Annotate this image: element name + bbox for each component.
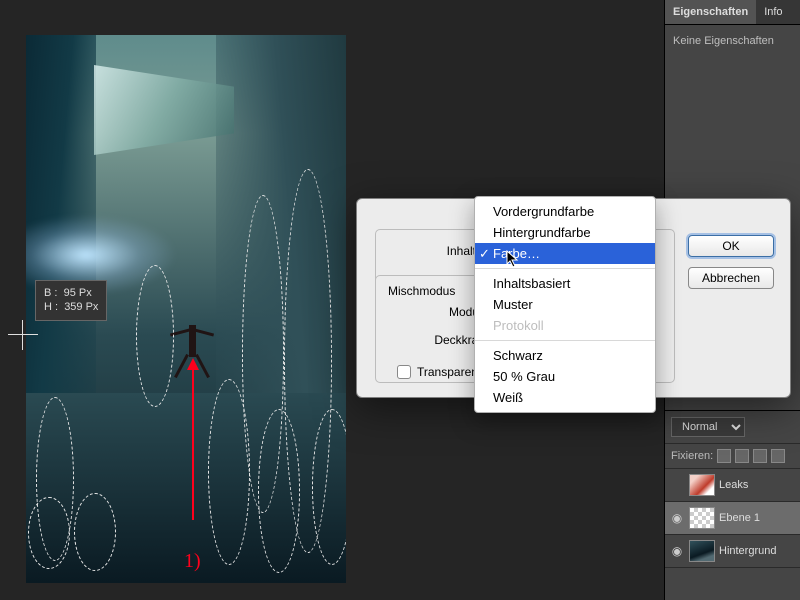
transparent-checkbox[interactable]	[397, 365, 411, 379]
tab-properties[interactable]: Eigenschaften	[665, 0, 756, 24]
lock-all-icon[interactable]	[771, 449, 785, 463]
height-value: 359 Px	[64, 301, 98, 313]
dropdown-separator	[475, 340, 655, 341]
lock-pixels-icon[interactable]	[735, 449, 749, 463]
dropdown-item-white[interactable]: Weiß	[475, 387, 655, 408]
content-dropdown[interactable]: Vordergrundfarbe Hintergrundfarbe Farbe……	[474, 196, 656, 413]
dropdown-item-pattern[interactable]: Muster	[475, 294, 655, 315]
layer-name: Ebene 1	[719, 512, 760, 524]
layer-name: Leaks	[719, 479, 748, 491]
tab-info[interactable]: Info	[756, 0, 790, 24]
eye-icon[interactable]: ◉	[669, 510, 685, 526]
panel-tabs: Eigenschaften Info	[665, 0, 800, 25]
opacity-label: Deckkraft	[375, 333, 485, 347]
layer-row-ebene1[interactable]: ◉ Ebene 1	[665, 502, 800, 535]
layer-thumb	[689, 507, 715, 529]
properties-body: Keine Eigenschaften	[665, 25, 800, 57]
mode-label: Modus	[375, 305, 485, 319]
selection-ellipse	[136, 265, 174, 407]
lock-transparent-icon[interactable]	[717, 449, 731, 463]
dropdown-item-content-aware[interactable]: Inhaltsbasiert	[475, 273, 655, 294]
layers-top: Normal	[665, 411, 800, 444]
eye-icon[interactable]: ◉	[669, 543, 685, 559]
selection-ellipse	[74, 493, 116, 571]
dropdown-separator	[475, 268, 655, 269]
width-value: 95 Px	[64, 287, 92, 299]
dropdown-item-background[interactable]: Hintergrundfarbe	[475, 222, 655, 243]
annotation-arrow	[192, 370, 194, 520]
dropdown-item-history: Protokoll	[475, 315, 655, 336]
windows-light	[94, 65, 234, 155]
dropdown-item-black[interactable]: Schwarz	[475, 345, 655, 366]
layer-row-hintergrund[interactable]: ◉ Hintergrund	[665, 535, 800, 568]
annotation-one: 1)	[184, 550, 201, 573]
lock-row: Fixieren:	[665, 444, 800, 469]
selection-ellipse	[28, 497, 70, 569]
layer-name: Hintergrund	[719, 545, 776, 557]
height-label: H :	[44, 301, 58, 313]
selection-ellipse	[312, 409, 346, 565]
layer-thumb	[689, 540, 715, 562]
cancel-button[interactable]: Abbrechen	[688, 267, 774, 289]
dropdown-item-foreground[interactable]: Vordergrundfarbe	[475, 201, 655, 222]
ok-button[interactable]: OK	[688, 235, 774, 257]
layer-row-leaks[interactable]: Leaks	[665, 469, 800, 502]
dropdown-item-color[interactable]: Farbe…	[475, 243, 655, 264]
lock-label: Fixieren:	[671, 450, 713, 462]
size-tooltip: B : 95 Px H : 359 Px	[35, 280, 107, 321]
lock-position-icon[interactable]	[753, 449, 767, 463]
content-label: Inhalt	[386, 244, 484, 258]
blend-mode-select[interactable]: Normal	[671, 417, 745, 437]
width-label: B :	[44, 287, 57, 299]
eye-icon[interactable]	[669, 477, 685, 493]
layers-panel: Normal Fixieren: Leaks ◉ Ebene 1 ◉ Hinte…	[664, 410, 800, 600]
layer-thumb	[689, 474, 715, 496]
dropdown-item-50gray[interactable]: 50 % Grau	[475, 366, 655, 387]
cursor-arrow-icon	[506, 250, 520, 268]
